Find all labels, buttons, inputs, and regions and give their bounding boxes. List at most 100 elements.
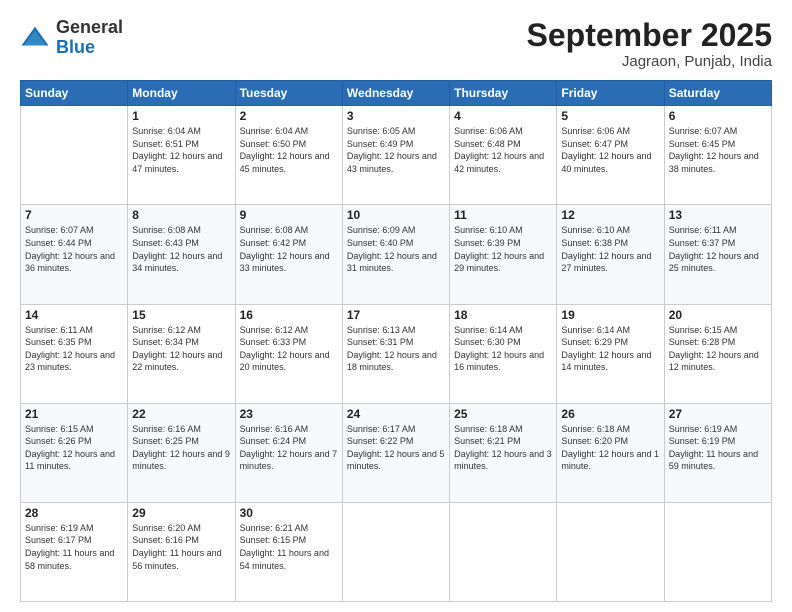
day-number: 6: [669, 109, 767, 123]
calendar-cell: 14Sunrise: 6:11 AMSunset: 6:35 PMDayligh…: [21, 304, 128, 403]
calendar-cell: 2Sunrise: 6:04 AMSunset: 6:50 PMDaylight…: [235, 106, 342, 205]
calendar-cell: 6Sunrise: 6:07 AMSunset: 6:45 PMDaylight…: [664, 106, 771, 205]
calendar-cell: 30 Sunrise: 6:21 AMSunset: 6:15 PMDayligh…: [235, 502, 342, 601]
day-number: 12: [561, 208, 659, 222]
day-info: Sunrise: 6:15 AMSunset: 6:28 PMDaylight:…: [669, 324, 767, 374]
calendar-cell: 11 Sunrise: 6:10 AMSunset: 6:39 PMDayligh…: [450, 205, 557, 304]
calendar-cell: [342, 502, 449, 601]
weekday-header: Tuesday: [235, 81, 342, 106]
day-info: Sunrise: 6:16 AMSunset: 6:25 PMDaylight:…: [132, 423, 230, 473]
day-number: 5: [561, 109, 659, 123]
day-number: 21: [25, 407, 123, 421]
day-number: 22: [132, 407, 230, 421]
day-info: Sunrise: 6:15 AMSunset: 6:26 PMDaylight:…: [25, 423, 123, 473]
day-number: 23: [240, 407, 338, 421]
day-info: Sunrise: 6:13 AMSunset: 6:31 PMDaylight:…: [347, 324, 445, 374]
calendar-cell: 22 Sunrise: 6:16 AMSunset: 6:25 PMDayligh…: [128, 403, 235, 502]
logo: General Blue: [20, 18, 123, 58]
day-number: 7: [25, 208, 123, 222]
calendar-cell: 27Sunrise: 6:19 AMSunset: 6:19 PMDayligh…: [664, 403, 771, 502]
day-info: Sunrise: 6:06 AMSunset: 6:47 PMDaylight:…: [561, 125, 659, 175]
day-info: Sunrise: 6:20 AMSunset: 6:16 PMDaylight:…: [132, 522, 230, 572]
day-info: Sunrise: 6:04 AMSunset: 6:50 PMDaylight:…: [240, 125, 338, 175]
day-info: Sunrise: 6:08 AMSunset: 6:42 PMDaylight:…: [240, 224, 338, 274]
day-number: 15: [132, 308, 230, 322]
calendar-cell: 7 Sunrise: 6:07 AMSunset: 6:44 PMDaylight…: [21, 205, 128, 304]
calendar-cell: 17 Sunrise: 6:13 AMSunset: 6:31 PMDayligh…: [342, 304, 449, 403]
calendar-cell: 24 Sunrise: 6:17 AMSunset: 6:22 PMDayligh…: [342, 403, 449, 502]
calendar-cell: 4Sunrise: 6:06 AMSunset: 6:48 PMDaylight…: [450, 106, 557, 205]
calendar-week-row: 21 Sunrise: 6:15 AMSunset: 6:26 PMDayligh…: [21, 403, 772, 502]
calendar-cell: 5 Sunrise: 6:06 AMSunset: 6:47 PMDaylight…: [557, 106, 664, 205]
day-info: Sunrise: 6:04 AMSunset: 6:51 PMDaylight:…: [132, 125, 230, 175]
day-number: 9: [240, 208, 338, 222]
calendar-cell: 23 Sunrise: 6:16 AMSunset: 6:24 PMDayligh…: [235, 403, 342, 502]
day-info: Sunrise: 6:19 AMSunset: 6:17 PMDaylight:…: [25, 522, 123, 572]
day-info: Sunrise: 6:08 AMSunset: 6:43 PMDaylight:…: [132, 224, 230, 274]
logo-general: General: [56, 17, 123, 37]
calendar-cell: [557, 502, 664, 601]
calendar-cell: 12 Sunrise: 6:10 AMSunset: 6:38 PMDayligh…: [557, 205, 664, 304]
calendar-cell: 18Sunrise: 6:14 AMSunset: 6:30 PMDayligh…: [450, 304, 557, 403]
logo-blue: Blue: [56, 37, 95, 57]
calendar-cell: 3 Sunrise: 6:05 AMSunset: 6:49 PMDaylight…: [342, 106, 449, 205]
day-info: Sunrise: 6:07 AMSunset: 6:44 PMDaylight:…: [25, 224, 123, 274]
calendar-week-row: 28 Sunrise: 6:19 AMSunset: 6:17 PMDayligh…: [21, 502, 772, 601]
calendar-cell: 13 Sunrise: 6:11 AMSunset: 6:37 PMDayligh…: [664, 205, 771, 304]
day-number: 28: [25, 506, 123, 520]
day-info: Sunrise: 6:10 AMSunset: 6:38 PMDaylight:…: [561, 224, 659, 274]
calendar-table: SundayMondayTuesdayWednesdayThursdayFrid…: [20, 80, 772, 602]
day-number: 10: [347, 208, 445, 222]
calendar-cell: 29 Sunrise: 6:20 AMSunset: 6:16 PMDayligh…: [128, 502, 235, 601]
day-number: 17: [347, 308, 445, 322]
calendar-cell: 1Sunrise: 6:04 AMSunset: 6:51 PMDaylight…: [128, 106, 235, 205]
title-block: September 2025 Jagraon, Punjab, India: [527, 18, 772, 70]
day-number: 11: [454, 208, 552, 222]
calendar-cell: 25 Sunrise: 6:18 AMSunset: 6:21 PMDayligh…: [450, 403, 557, 502]
calendar-week-row: 1Sunrise: 6:04 AMSunset: 6:51 PMDaylight…: [21, 106, 772, 205]
day-number: 20: [669, 308, 767, 322]
calendar-cell: 21 Sunrise: 6:15 AMSunset: 6:26 PMDayligh…: [21, 403, 128, 502]
day-info: Sunrise: 6:11 AMSunset: 6:37 PMDaylight:…: [669, 224, 767, 274]
day-info: Sunrise: 6:05 AMSunset: 6:49 PMDaylight:…: [347, 125, 445, 175]
calendar-week-row: 14Sunrise: 6:11 AMSunset: 6:35 PMDayligh…: [21, 304, 772, 403]
day-number: 4: [454, 109, 552, 123]
calendar-cell: 20 Sunrise: 6:15 AMSunset: 6:28 PMDayligh…: [664, 304, 771, 403]
day-info: Sunrise: 6:14 AMSunset: 6:29 PMDaylight:…: [561, 324, 659, 374]
month-title: September 2025: [527, 18, 772, 53]
logo-icon: [20, 23, 50, 53]
day-info: Sunrise: 6:21 AMSunset: 6:15 PMDaylight:…: [240, 522, 338, 572]
day-number: 25: [454, 407, 552, 421]
calendar-cell: 8 Sunrise: 6:08 AMSunset: 6:43 PMDaylight…: [128, 205, 235, 304]
header: General Blue September 2025 Jagraon, Pun…: [20, 18, 772, 70]
day-number: 8: [132, 208, 230, 222]
calendar-cell: 19Sunrise: 6:14 AMSunset: 6:29 PMDayligh…: [557, 304, 664, 403]
day-number: 16: [240, 308, 338, 322]
page: General Blue September 2025 Jagraon, Pun…: [0, 0, 792, 612]
day-info: Sunrise: 6:12 AMSunset: 6:33 PMDaylight:…: [240, 324, 338, 374]
calendar-header-row: SundayMondayTuesdayWednesdayThursdayFrid…: [21, 81, 772, 106]
day-number: 30: [240, 506, 338, 520]
day-info: Sunrise: 6:17 AMSunset: 6:22 PMDaylight:…: [347, 423, 445, 473]
calendar-cell: [450, 502, 557, 601]
day-number: 13: [669, 208, 767, 222]
calendar-cell: 10 Sunrise: 6:09 AMSunset: 6:40 PMDayligh…: [342, 205, 449, 304]
weekday-header: Thursday: [450, 81, 557, 106]
calendar-cell: [664, 502, 771, 601]
day-number: 27: [669, 407, 767, 421]
day-info: Sunrise: 6:16 AMSunset: 6:24 PMDaylight:…: [240, 423, 338, 473]
calendar-cell: 28 Sunrise: 6:19 AMSunset: 6:17 PMDayligh…: [21, 502, 128, 601]
day-info: Sunrise: 6:18 AMSunset: 6:21 PMDaylight:…: [454, 423, 552, 473]
weekday-header: Friday: [557, 81, 664, 106]
day-info: Sunrise: 6:10 AMSunset: 6:39 PMDaylight:…: [454, 224, 552, 274]
day-info: Sunrise: 6:09 AMSunset: 6:40 PMDaylight:…: [347, 224, 445, 274]
day-number: 26: [561, 407, 659, 421]
day-number: 3: [347, 109, 445, 123]
day-number: 24: [347, 407, 445, 421]
calendar-cell: 16 Sunrise: 6:12 AMSunset: 6:33 PMDayligh…: [235, 304, 342, 403]
location: Jagraon, Punjab, India: [527, 53, 772, 70]
logo-text: General Blue: [56, 18, 123, 58]
day-number: 29: [132, 506, 230, 520]
day-info: Sunrise: 6:14 AMSunset: 6:30 PMDaylight:…: [454, 324, 552, 374]
weekday-header: Saturday: [664, 81, 771, 106]
